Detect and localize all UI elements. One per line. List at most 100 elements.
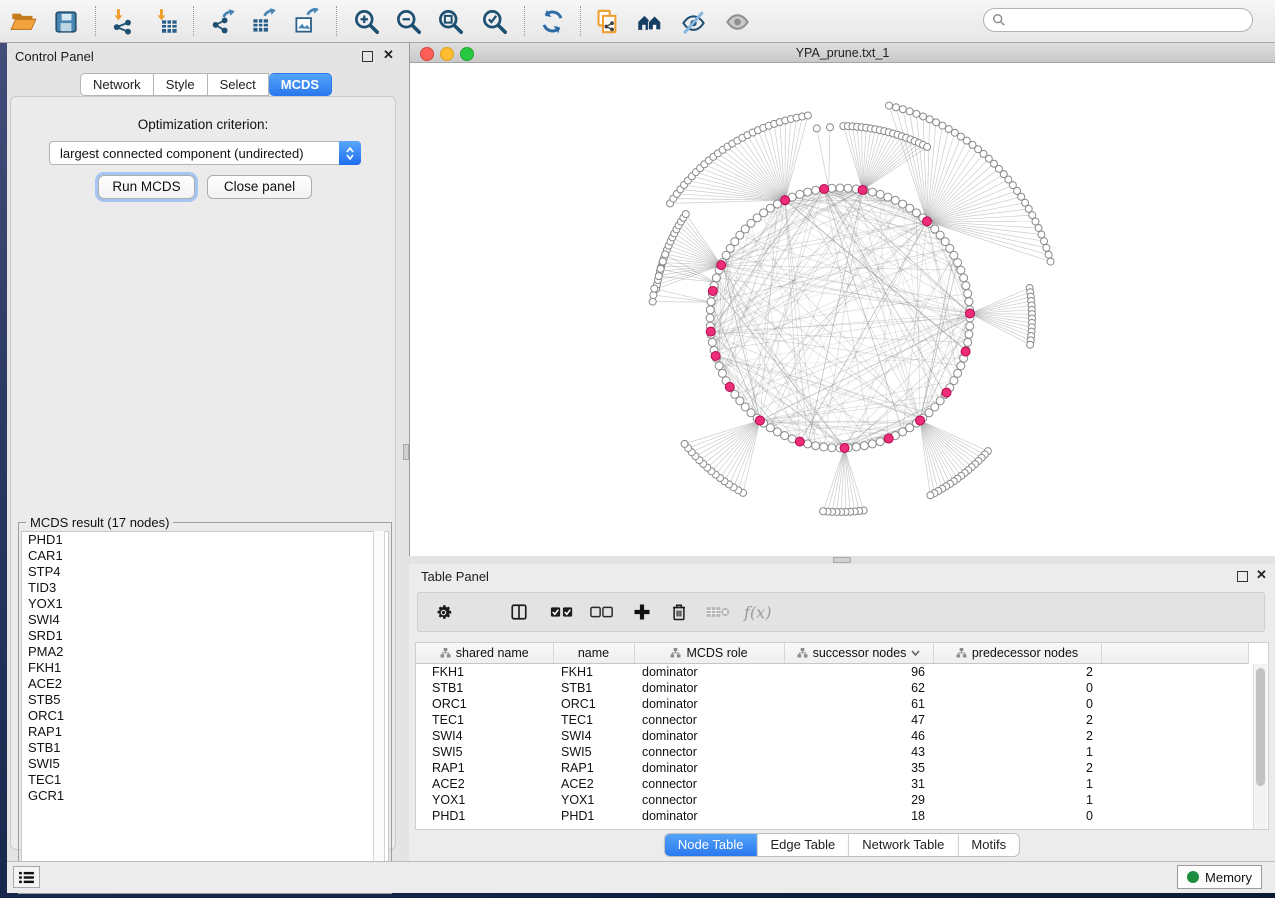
table-row[interactable]: FKH1FKH1dominator962 — [416, 664, 1249, 681]
float-panel-icon[interactable] — [1237, 571, 1248, 582]
save-session-icon[interactable] — [52, 8, 79, 35]
zoom-out-icon[interactable] — [395, 8, 422, 35]
table-row[interactable]: YOX1YOX1connector291 — [416, 792, 1249, 808]
cell: dominator — [634, 664, 784, 681]
settings-gear-icon[interactable] — [434, 598, 453, 626]
result-list-scrollbar[interactable] — [373, 531, 385, 891]
export-network-icon[interactable] — [210, 8, 237, 35]
result-node[interactable]: PMA2 — [22, 644, 388, 660]
node-table[interactable]: shared namenameMCDS rolesuccessor nodesp… — [415, 642, 1269, 830]
table-scrollbar[interactable] — [1253, 664, 1267, 830]
result-node[interactable]: SWI4 — [22, 612, 388, 628]
column-header-shared-name[interactable]: shared name — [416, 643, 553, 664]
zoom-in-icon[interactable] — [353, 8, 380, 35]
tab-style[interactable]: Style — [154, 73, 208, 96]
column-header-name[interactable]: name — [553, 643, 634, 664]
column-header-successor-nodes[interactable]: successor nodes — [784, 643, 933, 664]
result-node[interactable]: STB1 — [22, 740, 388, 756]
result-node[interactable]: GCR1 — [22, 788, 388, 804]
tab-mcds[interactable]: MCDS — [269, 73, 332, 96]
add-row-icon[interactable] — [632, 598, 652, 626]
result-node[interactable]: YOX1 — [22, 596, 388, 612]
tab-node-table[interactable]: Node Table — [665, 834, 757, 856]
splitter-grip[interactable] — [833, 557, 851, 563]
open-file-icon[interactable] — [10, 8, 37, 35]
result-node[interactable]: ACE2 — [22, 676, 388, 692]
tab-select[interactable]: Select — [208, 73, 269, 96]
cell: dominator — [634, 760, 784, 776]
delete-row-icon[interactable] — [670, 598, 688, 626]
main-toolbar — [0, 0, 1275, 43]
duplicate-network-icon[interactable] — [594, 8, 621, 35]
tab-edge-table[interactable]: Edge Table — [756, 834, 848, 856]
table-row[interactable]: RAP1RAP1dominator352 — [416, 760, 1249, 776]
cell: 35 — [784, 760, 933, 776]
scrollbar-thumb[interactable] — [1256, 668, 1265, 786]
close-panel-icon[interactable]: ✕ — [383, 47, 394, 63]
application-window: Control Panel ✕ NetworkStyleSelectMCDS O… — [0, 0, 1275, 898]
float-panel-icon[interactable] — [362, 51, 373, 62]
cell: 47 — [784, 712, 933, 728]
cell: SWI4 — [416, 728, 553, 744]
cell: SWI5 — [416, 744, 553, 760]
result-node[interactable]: ORC1 — [22, 708, 388, 724]
cell: TEC1 — [416, 712, 553, 728]
horizontal-splitter[interactable] — [409, 556, 1275, 564]
cell: TEC1 — [553, 712, 634, 728]
cell: 0 — [933, 680, 1101, 696]
search-field[interactable] — [1011, 12, 1252, 29]
table-row[interactable]: ACE2ACE2connector311 — [416, 776, 1249, 792]
result-node[interactable]: RAP1 — [22, 724, 388, 740]
table-row[interactable]: ORC1ORC1dominator610 — [416, 696, 1249, 712]
home-view-icon[interactable] — [636, 8, 663, 35]
table-row[interactable]: PHD1PHD1dominator180 — [416, 808, 1249, 824]
export-image-icon[interactable] — [293, 8, 320, 35]
tab-network[interactable]: Network — [80, 73, 154, 96]
cell: RAP1 — [416, 760, 553, 776]
toolbar-separator — [95, 6, 96, 36]
result-node[interactable]: TEC1 — [22, 772, 388, 788]
result-node[interactable]: CAR1 — [22, 548, 388, 564]
table-row[interactable]: TEC1TEC1connector472 — [416, 712, 1249, 728]
result-node[interactable]: SRD1 — [22, 628, 388, 644]
zoom-fit-icon[interactable] — [437, 8, 464, 35]
result-node[interactable]: PHD1 — [22, 532, 388, 548]
refresh-icon[interactable] — [539, 8, 566, 35]
import-table-icon[interactable] — [153, 8, 180, 35]
search-input[interactable] — [983, 8, 1253, 32]
task-history-button[interactable] — [13, 866, 40, 888]
cell: 29 — [784, 792, 933, 808]
select-all-icon[interactable] — [550, 598, 574, 626]
cell: ACE2 — [416, 776, 553, 792]
result-node[interactable]: STP4 — [22, 564, 388, 580]
tab-network-table[interactable]: Network Table — [848, 834, 957, 856]
import-network-icon[interactable] — [110, 8, 137, 35]
cell: YOX1 — [416, 792, 553, 808]
show-columns-icon[interactable] — [510, 598, 528, 626]
result-node[interactable]: SWI5 — [22, 756, 388, 772]
close-panel-button[interactable]: Close panel — [207, 175, 312, 199]
tab-motifs[interactable]: Motifs — [957, 834, 1019, 856]
column-header-predecessor-nodes[interactable]: predecessor nodes — [933, 643, 1101, 664]
criterion-dropdown[interactable]: largest connected component (undirected) — [49, 141, 361, 165]
memory-button[interactable]: Memory — [1177, 865, 1262, 889]
hide-selected-icon[interactable] — [680, 8, 707, 35]
show-hidden-icon[interactable] — [724, 8, 751, 35]
result-node[interactable]: STB5 — [22, 692, 388, 708]
table-row[interactable]: SWI5SWI5connector431 — [416, 744, 1249, 760]
cell: 1 — [933, 776, 1101, 792]
close-panel-icon[interactable]: ✕ — [1256, 567, 1267, 583]
run-mcds-button[interactable]: Run MCDS — [98, 175, 195, 199]
export-table-icon[interactable] — [250, 8, 277, 35]
result-node[interactable]: FKH1 — [22, 660, 388, 676]
network-window-titlebar[interactable]: YPA_prune.txt_1 — [410, 43, 1275, 63]
table-row[interactable]: SWI4SWI4dominator462 — [416, 728, 1249, 744]
network-canvas[interactable] — [410, 63, 1275, 556]
result-node[interactable]: TID3 — [22, 580, 388, 596]
deselect-all-icon[interactable] — [590, 598, 614, 626]
zoom-selected-icon[interactable] — [481, 8, 508, 35]
toolbar-separator — [193, 6, 194, 36]
memory-label: Memory — [1205, 870, 1252, 885]
table-row[interactable]: STB1STB1dominator620 — [416, 680, 1249, 696]
column-header-MCDS-role[interactable]: MCDS role — [634, 643, 784, 664]
